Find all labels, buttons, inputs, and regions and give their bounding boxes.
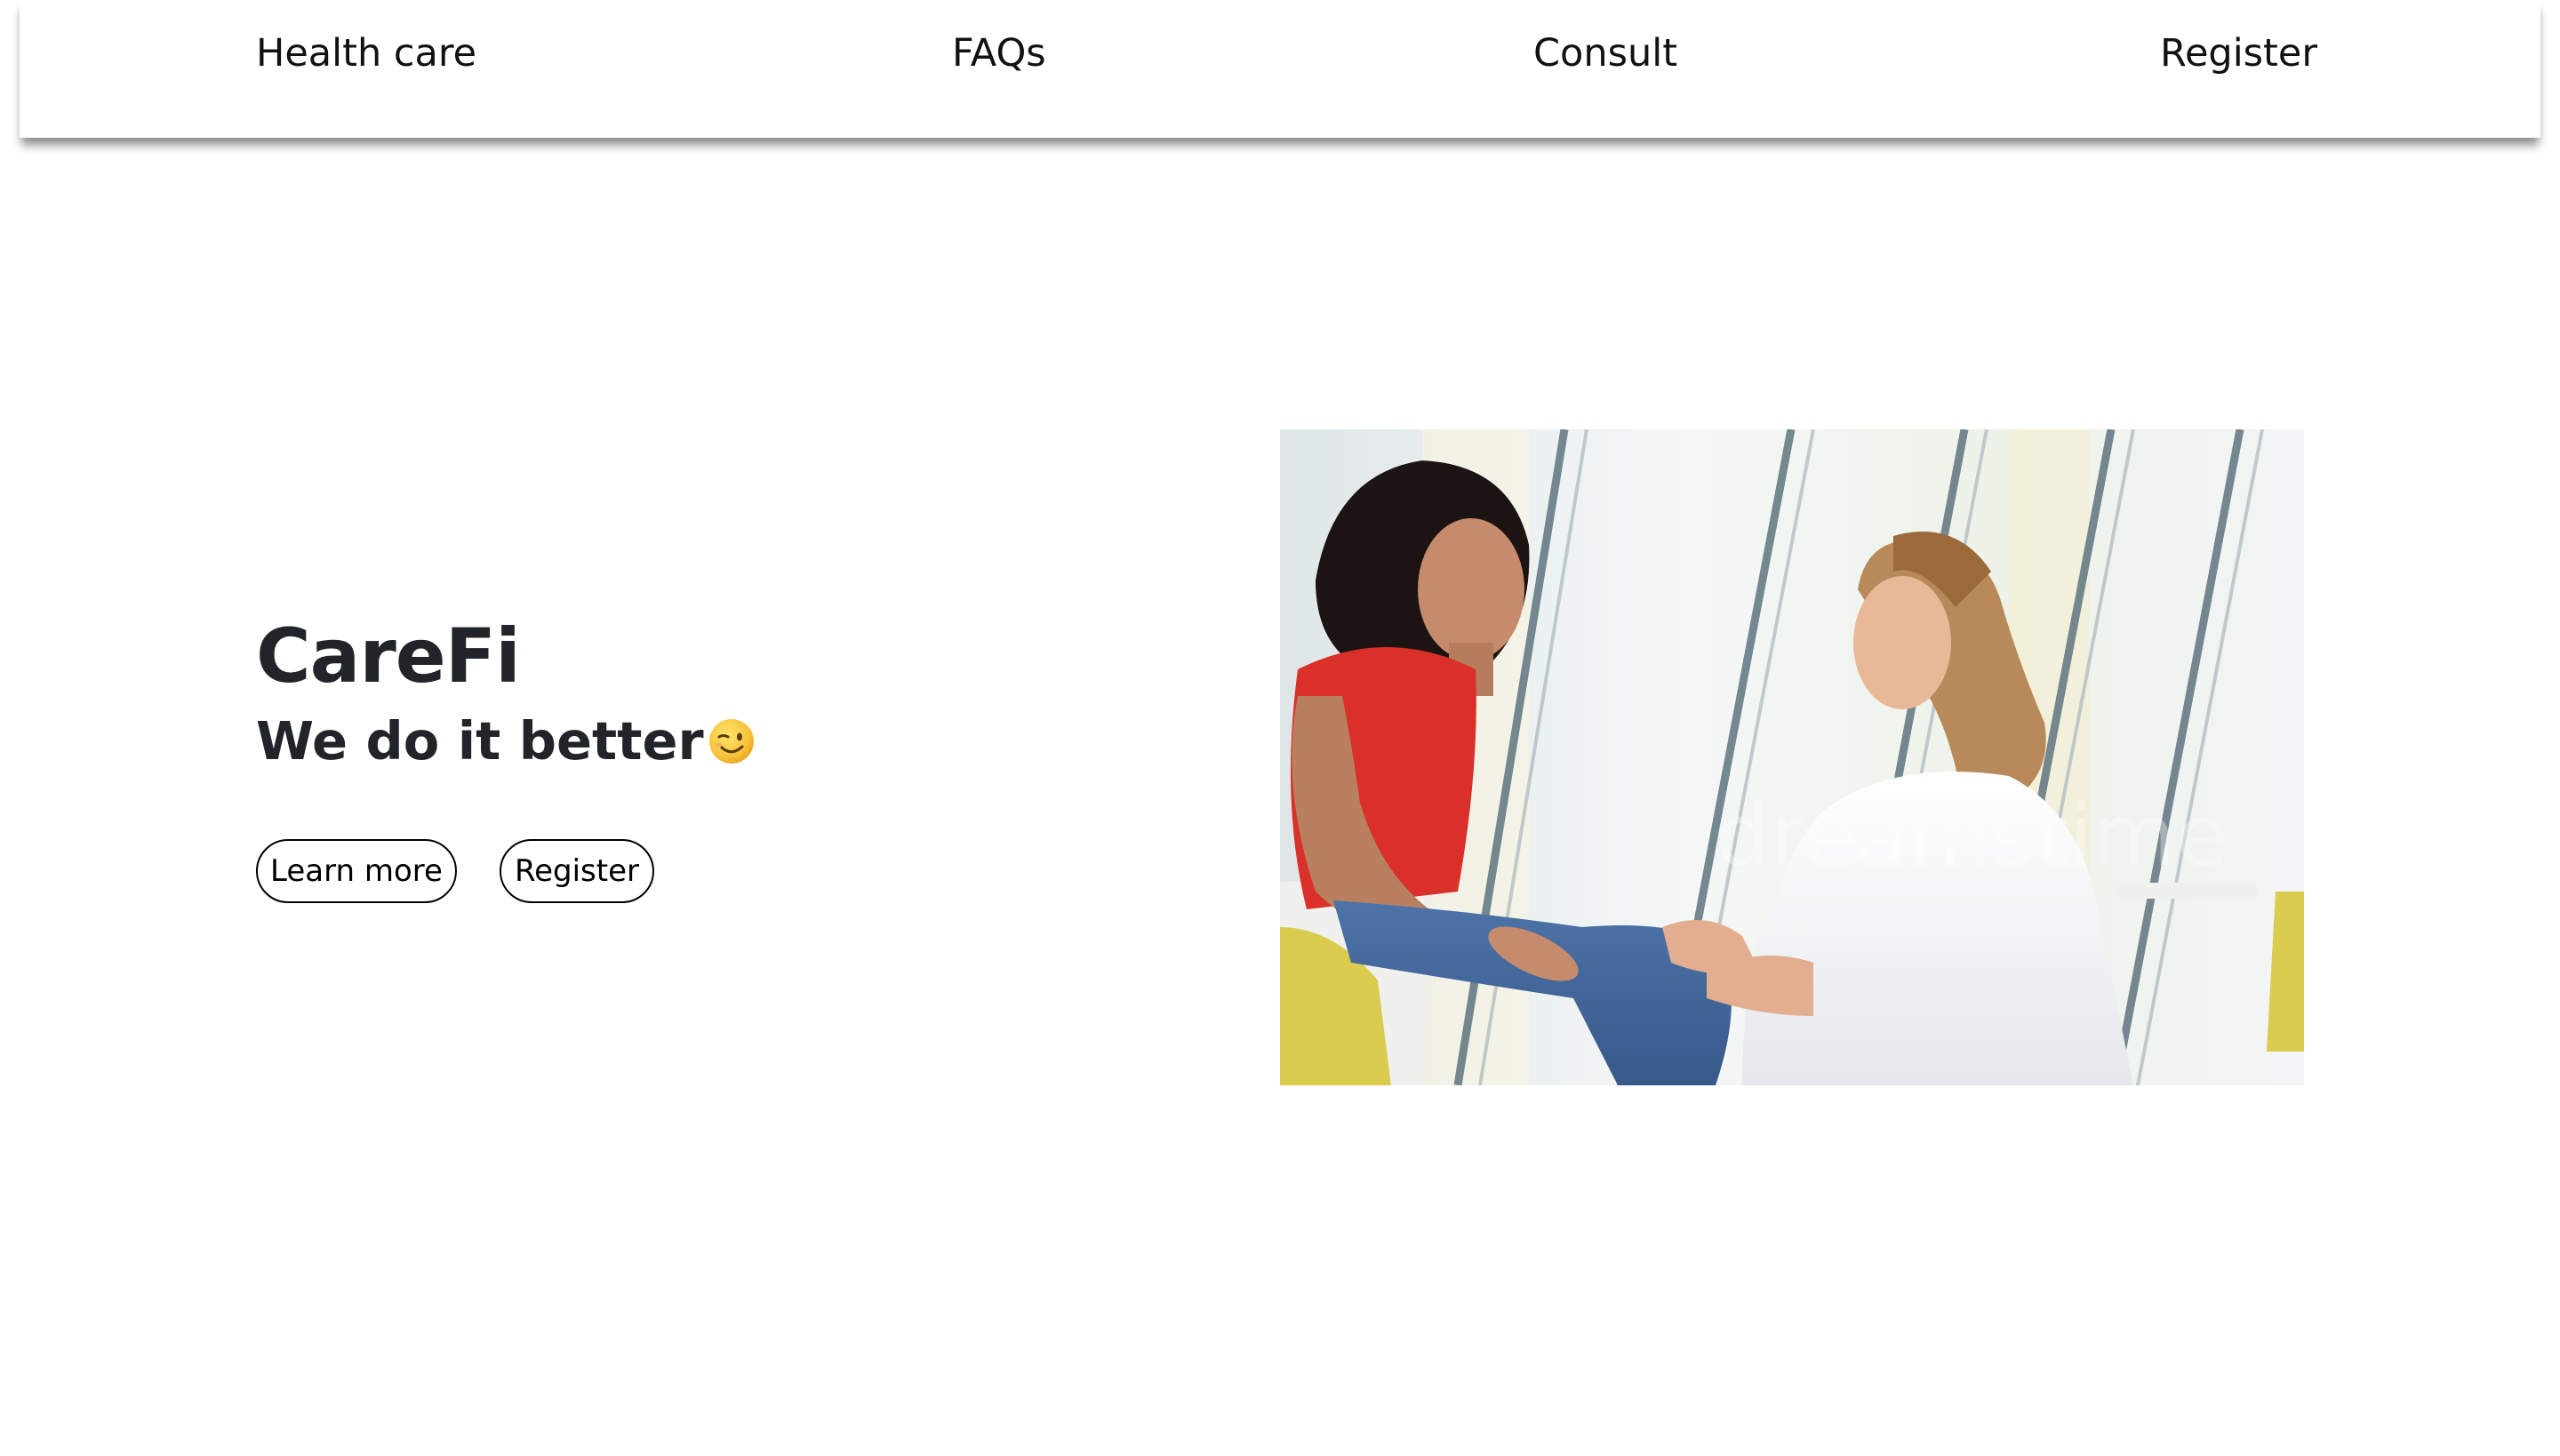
learn-more-button[interactable]: Learn more	[256, 839, 457, 903]
page: Health care FAQs Consult Register CareFi…	[0, 0, 2560, 1456]
tagline-text: We do it better	[256, 710, 704, 772]
nav-link-faqs[interactable]: FAQs	[952, 30, 1046, 76]
hero-image: dreamstime	[1280, 429, 2304, 1085]
winking-face-icon	[708, 719, 754, 764]
nav-link-consult[interactable]: Consult	[1533, 30, 1677, 76]
nav-link-health-care[interactable]: Health care	[256, 30, 476, 76]
image-watermark: dreamstime	[1716, 786, 2228, 885]
doctor-consultation-illustration: dreamstime	[1280, 429, 2304, 1085]
top-navbar: Health care FAQs Consult Register	[20, 0, 2540, 138]
hero-tagline: We do it better	[256, 707, 756, 776]
nav-link-register[interactable]: Register	[2160, 30, 2317, 76]
hero-register-button[interactable]: Register	[500, 839, 654, 903]
brand-title: CareFi	[256, 612, 521, 700]
